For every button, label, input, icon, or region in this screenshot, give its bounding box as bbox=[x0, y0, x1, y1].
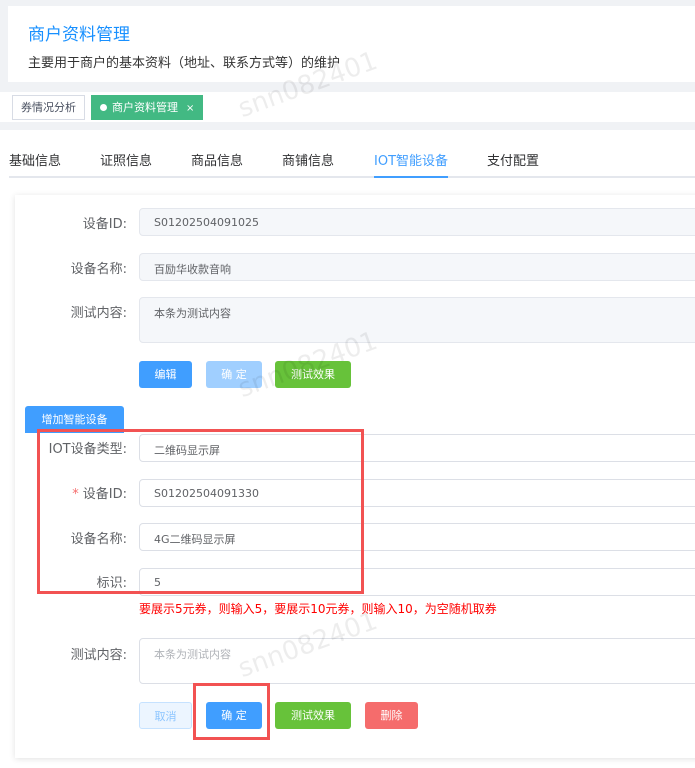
tag-label: 商户资料管理 bbox=[112, 101, 178, 114]
tags-view: 券情况分析 商户资料管理 × bbox=[0, 92, 695, 122]
device1-id-input[interactable]: S01202504091025 bbox=[139, 208, 695, 236]
tag-label: 券情况分析 bbox=[21, 101, 76, 114]
device1-name-label: 设备名称: bbox=[70, 262, 127, 277]
highlight-box-confirm bbox=[193, 683, 270, 740]
tab-payment-config[interactable]: 支付配置 bbox=[487, 150, 539, 178]
tab-license-info[interactable]: 证照信息 bbox=[100, 150, 152, 178]
tab-shop-info[interactable]: 商铺信息 bbox=[282, 150, 334, 178]
device1-content-label: 测试内容: bbox=[70, 306, 127, 321]
page-description: 主要用于商户的基本资料（地址、联系方式等）的维护 bbox=[28, 56, 341, 71]
edit-button[interactable]: 编辑 bbox=[139, 361, 192, 388]
cancel-button[interactable]: 取消 bbox=[139, 702, 192, 729]
device2-content-textarea[interactable]: 本条为测试内容 bbox=[139, 638, 695, 684]
device1-id-label: 设备ID: bbox=[82, 217, 127, 232]
page-header: 商户资料管理 主要用于商户的基本资料（地址、联系方式等）的维护 bbox=[8, 6, 695, 82]
mark-hint: 要展示5元券，则输入5，要展示10元券，则输入10，为空随机取券 bbox=[139, 602, 497, 616]
highlight-box-fields bbox=[37, 429, 364, 594]
test-effect-button[interactable]: 测试效果 bbox=[275, 361, 351, 388]
close-icon[interactable]: × bbox=[186, 103, 194, 114]
device1-content-textarea[interactable]: 本条为测试内容 bbox=[139, 297, 695, 343]
active-dot-icon bbox=[100, 104, 107, 111]
tag-coupon-analysis[interactable]: 券情况分析 bbox=[12, 95, 85, 120]
tab-iot-devices[interactable]: IOT智能设备 bbox=[374, 150, 449, 178]
confirm-button-disabled[interactable]: 确 定 bbox=[206, 361, 262, 388]
test-effect-button[interactable]: 测试效果 bbox=[275, 702, 351, 729]
delete-button[interactable]: 删除 bbox=[365, 702, 418, 729]
page-title: 商户资料管理 bbox=[28, 25, 130, 45]
tag-merchant-profile[interactable]: 商户资料管理 × bbox=[91, 95, 204, 120]
tabs: 基础信息 证照信息 商品信息 商铺信息 IOT智能设备 支付配置 bbox=[9, 150, 695, 178]
tab-product-info[interactable]: 商品信息 bbox=[191, 150, 243, 178]
device1-name-input[interactable]: 百励华收款音响 bbox=[139, 253, 695, 281]
device2-content-label: 测试内容: bbox=[70, 648, 127, 663]
tab-basic-info[interactable]: 基础信息 bbox=[9, 150, 61, 178]
